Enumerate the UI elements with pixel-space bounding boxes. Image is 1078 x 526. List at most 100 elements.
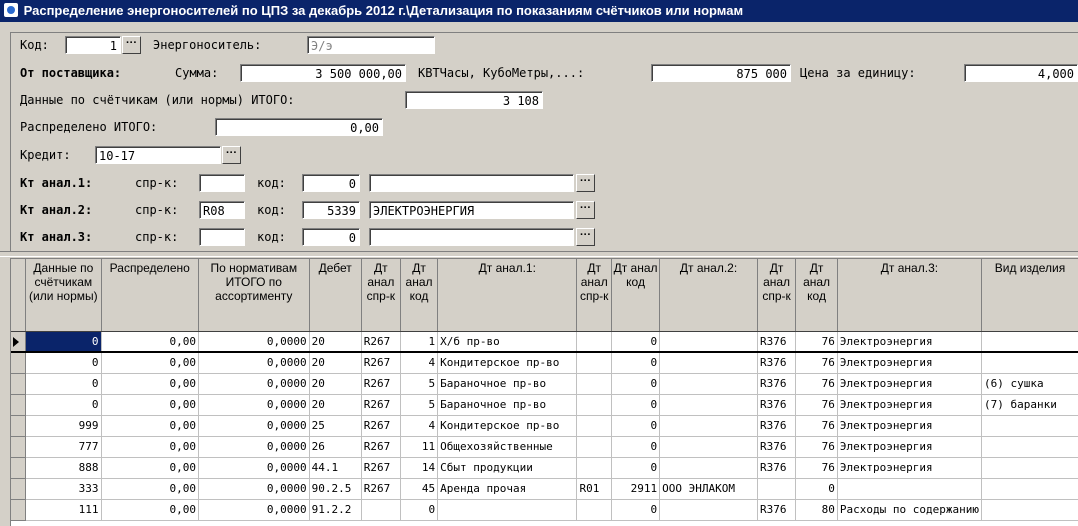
table-cell[interactable]: 0 xyxy=(611,436,661,458)
table-cell[interactable] xyxy=(576,352,612,374)
row-indicator[interactable] xyxy=(11,478,27,500)
table-cell[interactable]: Электроэнергия xyxy=(837,394,982,416)
table-cell[interactable]: 0,0000 xyxy=(198,436,310,458)
table-cell[interactable]: 90.2.5 xyxy=(309,478,362,500)
table-cell[interactable]: 0,0000 xyxy=(198,499,310,521)
row-indicator[interactable] xyxy=(11,415,27,437)
credit-input[interactable]: 10-17 xyxy=(95,146,221,164)
an1-lookup-button[interactable]: ··· xyxy=(576,174,595,192)
table-cell[interactable] xyxy=(659,499,758,521)
table-cell[interactable]: R376 xyxy=(757,415,797,437)
sum-input[interactable]: 3 500 000,00 xyxy=(240,64,406,82)
column-header[interactable]: Данные по счётчикам (или нормы) xyxy=(25,259,102,332)
table-cell[interactable]: Общехозяйственные xyxy=(437,436,578,458)
table-cell[interactable]: 44.1 xyxy=(309,457,362,479)
table-cell[interactable]: 0 xyxy=(611,394,661,416)
table-cell[interactable] xyxy=(837,478,982,500)
table-cell[interactable] xyxy=(659,394,758,416)
table-cell[interactable]: (6) сушка xyxy=(981,373,1078,395)
table-cell[interactable]: 0,00 xyxy=(101,499,199,521)
table-row[interactable]: 333 0,00 0,0000 90.2.5 R267 45 Аренда прочая R0… xyxy=(11,478,1078,500)
table-cell[interactable] xyxy=(361,499,401,521)
table-cell[interactable]: R376 xyxy=(757,352,797,374)
table-cell[interactable]: 45 xyxy=(400,478,439,500)
column-header[interactable]: Дт анал код xyxy=(400,259,439,332)
table-cell[interactable]: 0,00 xyxy=(101,373,199,395)
table-cell[interactable] xyxy=(981,457,1078,479)
table-cell[interactable]: R376 xyxy=(757,499,797,521)
an2-kod-input[interactable]: 5339 xyxy=(302,201,360,219)
table-cell[interactable] xyxy=(981,352,1078,374)
table-cell[interactable]: 0,00 xyxy=(101,478,199,500)
table-cell[interactable]: 76 xyxy=(795,373,838,395)
an3-name-input[interactable] xyxy=(369,228,574,246)
table-cell[interactable] xyxy=(576,457,612,479)
table-cell[interactable] xyxy=(659,331,758,353)
table-cell[interactable]: Аренда прочая xyxy=(437,478,578,500)
table-cell[interactable]: 80 xyxy=(795,499,838,521)
table-cell[interactable]: Электроэнергия xyxy=(837,457,982,479)
row-indicator[interactable] xyxy=(11,499,27,521)
table-cell[interactable]: R267 xyxy=(361,352,401,374)
table-cell[interactable]: R267 xyxy=(361,436,401,458)
table-cell[interactable]: Электроэнергия xyxy=(837,352,982,374)
meters-total-input[interactable]: 3 108 xyxy=(405,91,543,109)
an3-kod-input[interactable]: 0 xyxy=(302,228,360,246)
table-cell[interactable]: 0 xyxy=(611,499,661,521)
table-cell[interactable]: 0 xyxy=(611,415,661,437)
table-cell[interactable]: 0,00 xyxy=(101,415,199,437)
energy-input[interactable]: Э/э xyxy=(307,36,435,54)
table-row[interactable]: 0 0,00 0,0000 20 R267 5 Бараночное пр-во 0 R376 7… xyxy=(11,394,1078,416)
table-cell[interactable]: 0,0000 xyxy=(198,373,310,395)
table-row[interactable]: 888 0,00 0,0000 44.1 R267 14 Сбыт продукции 0 R3… xyxy=(11,457,1078,479)
table-row[interactable]: 999 0,00 0,0000 25 R267 4 Кондитерское пр-во 0 R… xyxy=(11,415,1078,437)
table-cell[interactable]: R376 xyxy=(757,394,797,416)
table-cell[interactable]: 0,00 xyxy=(101,457,199,479)
table-cell[interactable]: 0 xyxy=(25,394,102,416)
credit-lookup-button[interactable]: ··· xyxy=(222,146,241,164)
row-indicator[interactable] xyxy=(11,331,27,353)
units-input[interactable]: 875 000 xyxy=(651,64,791,82)
table-cell[interactable]: Расходы по содержанию xyxy=(837,499,982,521)
table-cell[interactable]: 20 xyxy=(309,352,362,374)
table-cell[interactable]: 76 xyxy=(795,457,838,479)
kod-lookup-button[interactable]: ··· xyxy=(122,36,141,54)
table-cell[interactable]: 0 xyxy=(611,331,661,353)
table-cell[interactable]: R376 xyxy=(757,436,797,458)
table-cell[interactable]: 0 xyxy=(25,331,102,353)
table-cell[interactable]: 76 xyxy=(795,394,838,416)
table-cell[interactable] xyxy=(659,436,758,458)
column-header[interactable]: Дт анал спр-к xyxy=(361,259,401,332)
table-cell[interactable] xyxy=(981,436,1078,458)
table-cell[interactable]: 0,00 xyxy=(101,352,199,374)
table-cell[interactable] xyxy=(981,499,1078,521)
row-indicator[interactable] xyxy=(11,352,27,374)
table-cell[interactable]: 0,0000 xyxy=(198,394,310,416)
table-cell[interactable]: 777 xyxy=(25,436,102,458)
table-cell[interactable]: 5 xyxy=(400,373,439,395)
column-header[interactable]: Дт анал спр-к xyxy=(757,259,797,332)
table-cell[interactable]: 888 xyxy=(25,457,102,479)
distributed-total-input[interactable]: 0,00 xyxy=(215,118,383,136)
table-cell[interactable]: 20 xyxy=(309,394,362,416)
table-cell[interactable] xyxy=(576,415,612,437)
row-indicator[interactable] xyxy=(11,394,27,416)
column-header[interactable]: Дт анал.1: xyxy=(437,259,578,332)
an2-lookup-button[interactable]: ··· xyxy=(576,201,595,219)
table-cell[interactable]: 76 xyxy=(795,331,838,353)
an1-spr-input[interactable] xyxy=(199,174,245,192)
table-cell[interactable]: Электроэнергия xyxy=(837,415,982,437)
table-cell[interactable]: 25 xyxy=(309,415,362,437)
detail-grid[interactable]: Данные по счётчикам (или нормы) Распредел… xyxy=(10,258,1078,526)
table-cell[interactable]: 0,0000 xyxy=(198,457,310,479)
table-cell[interactable]: 111 xyxy=(25,499,102,521)
column-header[interactable]: Распределено xyxy=(101,259,199,332)
table-cell[interactable]: 0 xyxy=(795,478,838,500)
table-cell[interactable]: R267 xyxy=(361,331,401,353)
splitter[interactable] xyxy=(0,251,1078,257)
table-cell[interactable]: R267 xyxy=(361,394,401,416)
table-row[interactable]: 0 0,00 0,0000 20 R267 4 Кондитерское пр-во 0 R37… xyxy=(11,352,1078,374)
table-cell[interactable]: 11 xyxy=(400,436,439,458)
table-cell[interactable] xyxy=(659,457,758,479)
table-cell[interactable]: R267 xyxy=(361,457,401,479)
